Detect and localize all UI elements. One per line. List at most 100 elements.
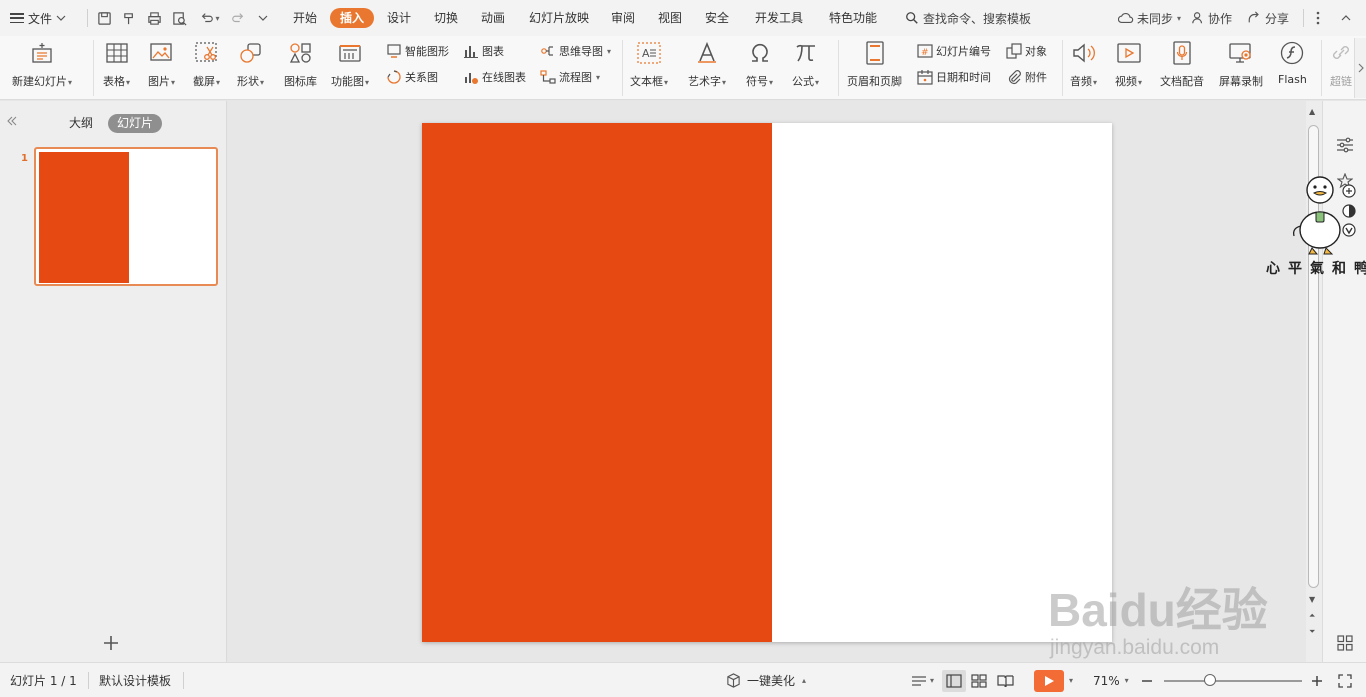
screen-record-button[interactable]: 屏幕录制 — [1219, 40, 1263, 89]
text-box-label: 文本框 — [630, 75, 663, 88]
function-chart-button[interactable]: 功能图▾ — [331, 40, 369, 89]
normal-view-icon — [946, 673, 962, 688]
table-button[interactable]: 表格▾ — [103, 40, 130, 89]
scroll-up-icon[interactable]: ▲ — [1309, 107, 1315, 116]
save-icon[interactable] — [94, 8, 114, 28]
tab-special[interactable]: 特色功能 — [820, 8, 886, 28]
design-template-label[interactable]: 默认设计模板 — [99, 663, 171, 697]
adjust-settings-icon[interactable] — [1335, 135, 1355, 155]
command-search[interactable]: 查找命令、搜索模板 — [905, 0, 1031, 36]
ribbon-divider — [622, 40, 623, 96]
red-rectangle[interactable] — [422, 123, 772, 642]
video-button[interactable]: 视频▾ — [1115, 40, 1142, 89]
relation-chart-button[interactable]: 关系图 — [386, 69, 438, 85]
beautify-button[interactable]: 一键美化 ▴ — [726, 663, 806, 697]
object-icon — [1006, 43, 1022, 59]
normal-view-button[interactable] — [942, 663, 966, 697]
print-preview-icon[interactable] — [169, 8, 189, 28]
slide-thumbnail[interactable] — [34, 147, 218, 286]
slide-number-label: 1 — [21, 153, 28, 164]
picture-button[interactable]: 图片▾ — [148, 40, 175, 89]
file-menu[interactable]: 文件 — [10, 0, 66, 36]
formula-label: 公式 — [792, 75, 814, 88]
more-options-icon[interactable] — [1308, 8, 1328, 28]
format-painter-icon[interactable] — [119, 8, 139, 28]
online-chart-icon — [463, 69, 479, 85]
tab-animation[interactable]: 动画 — [472, 8, 514, 28]
collapse-ribbon-icon[interactable] — [1336, 8, 1356, 28]
smart-shape-label: 智能图形 — [405, 45, 449, 58]
tab-review[interactable]: 审阅 — [602, 8, 644, 28]
tab-view[interactable]: 视图 — [649, 8, 691, 28]
chart-button[interactable]: 图表 — [463, 43, 504, 59]
tab-design[interactable]: 设计 — [378, 8, 420, 28]
object-button[interactable]: 对象 — [1006, 43, 1047, 59]
header-footer-button[interactable]: 页眉和页脚 — [847, 40, 902, 89]
zoom-level[interactable]: 71% ▾ — [1093, 663, 1129, 697]
doc-dubbing-button[interactable]: 文档配音 — [1160, 40, 1204, 89]
slide[interactable] — [422, 123, 1112, 642]
shape-button[interactable]: 形状▾ — [237, 40, 264, 89]
print-icon[interactable] — [144, 8, 164, 28]
mind-map-button[interactable]: 思维导图 ▾ — [540, 43, 611, 59]
ribbon-divider — [1062, 40, 1063, 96]
flash-label: Flash — [1278, 73, 1307, 86]
prev-slide-icon[interactable]: ⏶ — [1309, 611, 1315, 621]
online-chart-label: 在线图表 — [482, 71, 526, 84]
tab-insert[interactable]: 插入 — [330, 8, 374, 28]
next-slide-icon[interactable]: ⏷ — [1309, 627, 1315, 637]
sync-status[interactable]: 未同步 ▾ — [1118, 0, 1181, 36]
zoom-slider-track[interactable] — [1164, 680, 1302, 682]
tab-outline[interactable]: 大纲 — [60, 114, 102, 133]
attachment-button[interactable]: 附件 — [1006, 69, 1047, 85]
command-search-label: 查找命令、搜索模板 — [923, 11, 1032, 26]
art-text-label: 艺术字 — [688, 75, 721, 88]
table-label: 表格 — [103, 75, 125, 88]
tab-home[interactable]: 开始 — [284, 8, 326, 28]
tab-slideshow[interactable]: 幻灯片放映 — [522, 8, 596, 28]
redo-icon[interactable] — [228, 8, 248, 28]
scroll-down-icon[interactable]: ▼ — [1309, 595, 1315, 604]
zoom-slider-handle[interactable] — [1204, 674, 1216, 686]
customize-toolbar-icon[interactable] — [253, 8, 273, 28]
fit-window-button[interactable] — [1338, 663, 1352, 697]
screen-record-icon — [1228, 40, 1254, 66]
share-button[interactable]: 分享 — [1247, 0, 1289, 36]
smart-shape-button[interactable]: 智能图形 — [386, 43, 449, 59]
reading-view-button[interactable] — [997, 663, 1014, 697]
slide-number-button[interactable]: # 幻灯片编号 — [917, 43, 991, 59]
text-box-button[interactable]: A 文本框▾ — [630, 40, 668, 89]
collapse-panel-icon[interactable] — [6, 115, 20, 129]
slide-sorter-button[interactable] — [971, 663, 987, 697]
zoom-out-button[interactable] — [1141, 663, 1153, 697]
tab-transition[interactable]: 切换 — [425, 8, 467, 28]
object-label: 对象 — [1025, 45, 1047, 58]
slideshow-button[interactable]: ▾ — [1034, 663, 1073, 697]
symbol-button[interactable]: 符号▾ — [746, 40, 773, 89]
undo-icon[interactable]: ▾ — [196, 8, 224, 28]
ribbon-divider — [838, 40, 839, 96]
online-chart-button[interactable]: 在线图表 — [463, 69, 526, 85]
flow-chart-button[interactable]: 流程图 ▾ — [540, 69, 600, 85]
flash-button[interactable]: Flash — [1278, 40, 1307, 86]
collaborate-button[interactable]: 协作 — [1191, 0, 1232, 36]
icon-library-button[interactable]: 图标库 — [284, 40, 317, 89]
screenshot-button[interactable]: 截屏▾ — [193, 40, 220, 89]
flow-chart-icon — [540, 69, 556, 85]
status-divider — [183, 672, 184, 689]
tab-developer[interactable]: 开发工具 — [746, 8, 812, 28]
tab-slides[interactable]: 幻灯片 — [108, 114, 163, 133]
tab-security[interactable]: 安全 — [696, 8, 738, 28]
notes-toggle[interactable]: ▾ — [911, 663, 934, 697]
formula-button[interactable]: 公式▾ — [792, 40, 819, 89]
ribbon-scroll-right[interactable] — [1354, 38, 1366, 98]
audio-button[interactable]: 音频▾ — [1070, 40, 1097, 89]
add-slide-button[interactable] — [101, 633, 121, 653]
new-slide-button[interactable]: 新建幻灯片▾ — [12, 40, 72, 89]
cube-icon — [727, 673, 740, 688]
hyperlink-button[interactable]: 超链 — [1328, 40, 1354, 89]
art-text-button[interactable]: 艺术字▾ — [688, 40, 726, 89]
zoom-in-button[interactable] — [1311, 663, 1323, 697]
date-time-button[interactable]: 日期和时间 — [917, 69, 991, 85]
grid-apps-icon[interactable] — [1335, 633, 1355, 653]
